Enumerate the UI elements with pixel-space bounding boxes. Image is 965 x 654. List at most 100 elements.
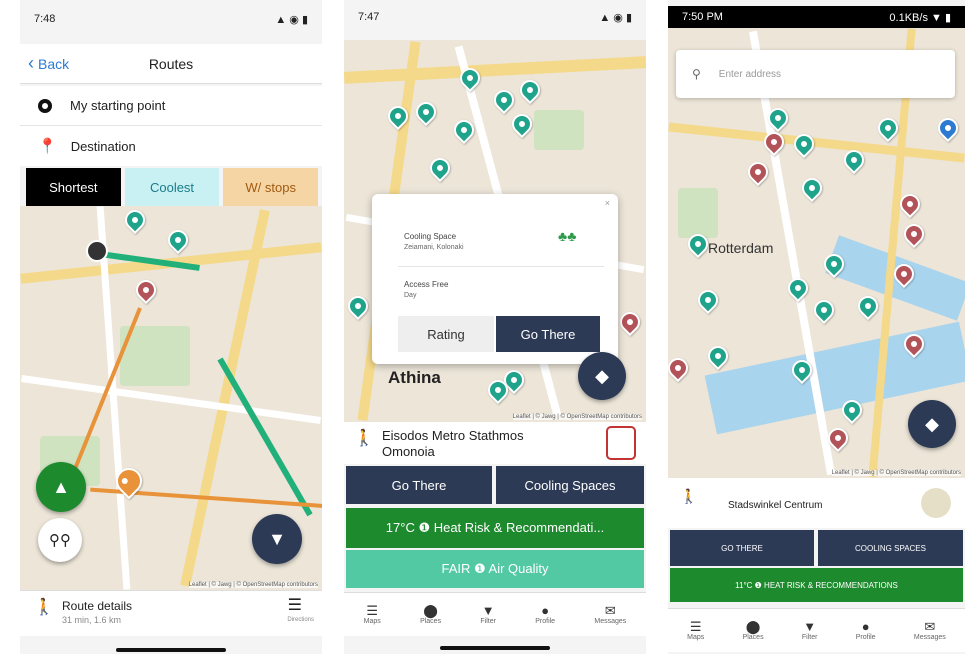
search-icon: ⚲ <box>692 67 701 81</box>
funnel-icon: ▼ <box>803 619 817 634</box>
status-icons: ▲ ◉ ▮ <box>599 11 632 24</box>
map-marker[interactable] <box>797 173 827 203</box>
station-row[interactable]: 🚶 Stadswinkel Centrum <box>668 478 965 528</box>
tab-shortest[interactable]: Shortest <box>26 168 121 206</box>
funnel-icon: ▼ <box>481 603 495 618</box>
envelope-icon: ✉ <box>604 603 616 618</box>
map-marker[interactable] <box>809 295 839 325</box>
route-tabs: Shortest Coolest W/ stops <box>26 168 319 206</box>
station-row[interactable]: 🚶 Eisodos Metro Stathmos Omonoia <box>344 422 646 464</box>
map-marker[interactable] <box>783 273 813 303</box>
route-summary: 31 min, 1.6 km <box>62 615 122 625</box>
navigate-button[interactable]: ◆ <box>908 400 956 448</box>
status-bar: 7:48 ▲ ◉ ▮ <box>20 6 322 32</box>
map-marker[interactable] <box>489 85 519 115</box>
walking-icon: 🚶 <box>354 430 374 447</box>
map-marker[interactable] <box>899 219 929 249</box>
walking-icon: 🚶 <box>34 599 54 616</box>
map-marker[interactable] <box>344 291 373 321</box>
tab-places[interactable]: ⬤ Places <box>420 604 441 626</box>
user-icon: ● <box>861 619 870 634</box>
city-label: Rotterdam <box>708 240 774 256</box>
heat-risk-button[interactable]: 17°C ❶ Heat Risk & Recommendati... <box>346 508 644 548</box>
attribution[interactable]: Leaflet | © Jawg | © OpenStreetMap contr… <box>831 470 961 476</box>
navigate-button[interactable]: ◆ <box>578 352 626 400</box>
attribution[interactable]: Leaflet | © Jawg | © OpenStreetMap contr… <box>188 582 318 588</box>
city-label: Athina <box>388 368 441 387</box>
location-pin-icon: 📍 <box>38 138 57 155</box>
list-icon: ☰ <box>689 619 702 634</box>
map-marker[interactable] <box>853 291 883 321</box>
tab-profile[interactable]: ● Profile <box>856 619 876 642</box>
location-pin-icon: ⬤ <box>745 619 761 634</box>
map-marker[interactable] <box>743 157 773 187</box>
starting-point-row[interactable]: My starting point <box>20 86 322 126</box>
station-name: Stadswinkel Centrum <box>728 500 823 511</box>
start-marker <box>86 240 108 262</box>
building-icon <box>921 488 951 518</box>
destination-row[interactable]: 📍 Destination <box>20 126 322 166</box>
tab-maps[interactable]: ☰ Maps <box>687 619 704 642</box>
access-sub-label: Day <box>404 292 417 299</box>
status-time: 7:50 PM <box>682 11 723 23</box>
place-address: Zeiamani, Kolonaki <box>404 244 464 251</box>
access-label: Access Free <box>404 280 449 289</box>
directions-icon: ◆ <box>925 413 939 434</box>
phone-map-popup-screen: 7:47 ▲ ◉ ▮ Athina Leaflet | © Jawg | © O… <box>344 0 646 654</box>
rating-button[interactable]: Rating <box>398 316 494 352</box>
cooling-spaces-button[interactable]: COOLING SPACES <box>818 530 963 566</box>
bike-mode-button[interactable]: ⚲⚲ <box>38 518 82 562</box>
map-marker[interactable] <box>163 225 193 255</box>
map-marker[interactable] <box>789 129 819 159</box>
tab-profile[interactable]: ● Profile <box>535 604 555 626</box>
tab-places[interactable]: ⬤ Places <box>743 619 764 642</box>
tab-messages[interactable]: ✉ Messages <box>914 620 946 642</box>
tab-coolest[interactable]: Coolest <box>124 168 220 206</box>
close-icon[interactable]: × <box>605 198 610 208</box>
tree-filter-button[interactable]: ▲ <box>36 462 86 512</box>
park-icon: ♣♣ <box>558 228 577 244</box>
map-marker[interactable] <box>425 153 455 183</box>
air-quality-button[interactable]: FAIR ❶ Air Quality <box>346 550 644 588</box>
go-there-button[interactable]: Go There <box>346 466 492 504</box>
tree-icon: ▲ <box>52 476 70 497</box>
search-bar[interactable]: ⚲ Enter address <box>676 50 955 98</box>
tab-with-stops[interactable]: W/ stops <box>223 168 319 206</box>
map-marker[interactable] <box>515 75 545 105</box>
tab-maps[interactable]: ☰ Maps <box>364 604 381 626</box>
back-button[interactable]: ‹ Back <box>28 53 69 74</box>
map-marker[interactable] <box>507 109 537 139</box>
bottom-tab-bar: ☰ Maps ⬤ Places ▼ Filter ● Profile ✉ Messages <box>668 608 965 652</box>
tab-messages[interactable]: ✉ Messages <box>594 603 626 626</box>
map-marker[interactable] <box>411 97 441 127</box>
home-indicator <box>116 648 226 652</box>
route-details-bar[interactable]: 🚶 Route details 31 min, 1.6 km ☰ Directi… <box>20 590 322 636</box>
attribution[interactable]: Leaflet | © Jawg | © OpenStreetMap contr… <box>512 414 642 420</box>
place-popup: × Cooling Space Zeiamani, Kolonaki ♣♣ Ac… <box>372 194 618 364</box>
map-marker[interactable] <box>131 275 161 305</box>
map-marker[interactable] <box>120 206 150 235</box>
search-input[interactable]: Enter address <box>719 69 781 80</box>
heat-risk-button[interactable]: 11°C ❶ HEAT RISK & RECOMMENDATIONS <box>670 568 963 602</box>
list-icon[interactable]: ☰ <box>288 595 302 615</box>
filter-button[interactable]: ▼ <box>252 514 302 564</box>
tab-filter[interactable]: ▼ Filter <box>480 603 496 626</box>
home-indicator <box>440 646 550 650</box>
status-bar: 7:50 PM 0.1KB/s ▼ ▮ <box>668 6 965 28</box>
map-marker[interactable] <box>668 353 693 383</box>
status-icons: 0.1KB/s ▼ ▮ <box>889 11 951 24</box>
map-marker[interactable] <box>693 285 723 315</box>
tab-filter[interactable]: ▼ Filter <box>802 619 818 642</box>
starting-point-label: My starting point <box>70 98 166 113</box>
map-marker[interactable] <box>933 113 963 143</box>
go-there-button[interactable]: GO THERE <box>670 530 814 566</box>
popup-go-there-button[interactable]: Go There <box>496 316 600 352</box>
status-time: 7:48 <box>34 13 56 25</box>
bicycle-icon: ⚲⚲ <box>49 532 71 549</box>
cooling-spaces-button[interactable]: Cooling Spaces <box>496 466 644 504</box>
bottom-tab-bar: ☰ Maps ⬤ Places ▼ Filter ● Profile ✉ Messages <box>344 592 646 636</box>
directions-icon: ◆ <box>595 365 609 386</box>
map-marker[interactable] <box>615 307 645 337</box>
map-marker[interactable] <box>703 341 733 371</box>
coolest-route-line-2 <box>217 357 313 517</box>
